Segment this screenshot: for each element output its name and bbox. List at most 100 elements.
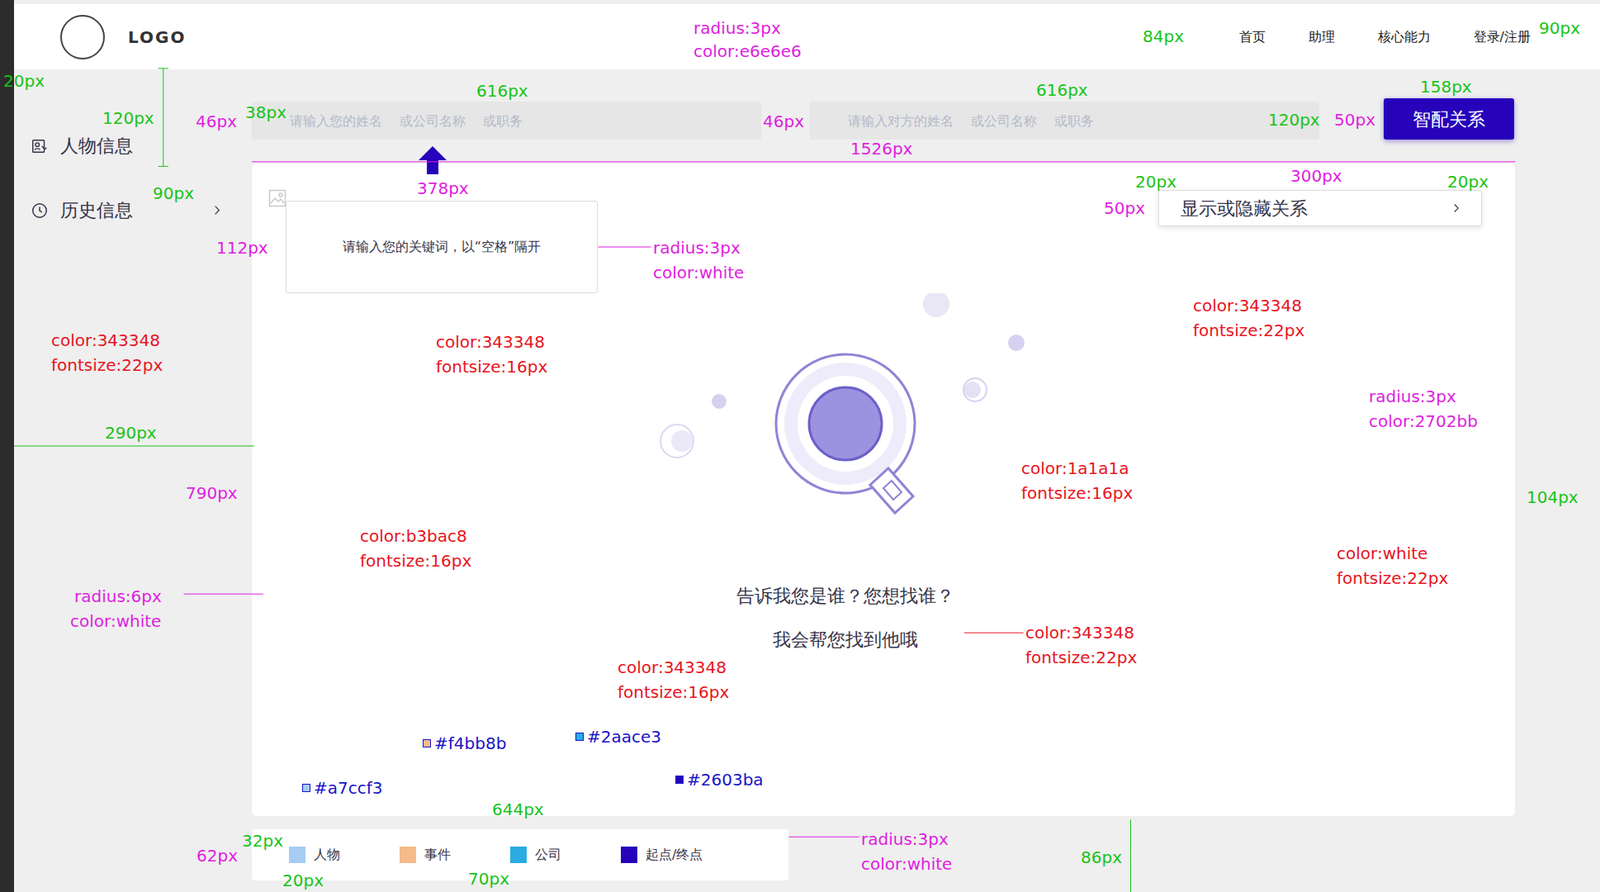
annotation-text: 86px [1080,847,1122,867]
annotation: 158px [1420,76,1473,97]
sidebar-label: 历史信息 [60,196,133,224]
relation-toggle[interactable]: 显示或隐藏关系 [1158,189,1482,227]
annotation-text: color:e6e6e6 [693,41,802,62]
annotation-text: color:343348 [1025,622,1135,643]
annotation-text: 38px [245,102,287,123]
annotation: 1526px [850,138,913,159]
legend-label: 起点/终点 [645,844,703,865]
target-input[interactable] [809,101,1320,140]
annotation-text: 50px [1103,198,1146,218]
legend-swatch [510,846,527,863]
annotation: 46px [195,111,237,132]
annotation-text: color:white [653,262,744,283]
annotation-text: 158px [1420,76,1473,97]
annotation: 20px [1135,171,1177,192]
annotation-text: fontsize:16px [435,356,548,377]
keyword-box[interactable]: 请输入您的关键词，以“空格”隔开 [285,200,598,294]
legend-label: 公司 [534,844,562,865]
annotation: 290px [104,422,157,443]
annotation: 616px [476,80,529,101]
nav-item[interactable]: 首页 [1239,27,1266,48]
annotation-text: fontsize:22px [1336,568,1449,588]
annotation-text: #2aace3 [586,726,662,747]
annotation-text: 50px [1334,109,1376,130]
annotation: color:white [1336,543,1428,564]
annotation: 62px [196,845,238,866]
empty-title: 告诉我您是谁？您想找谁？ [736,582,955,610]
annotation: color:343348 [435,331,545,352]
chevron-right-icon [1453,203,1460,214]
annotation-text: fontsize:16px [1021,482,1133,503]
match-button[interactable]: 智配关系 [1383,98,1515,140]
self-input[interactable] [251,101,762,140]
annotation: 90px [152,183,195,204]
logo-circle-icon [60,14,105,60]
annotation-text: 32px [241,830,284,851]
annotation-text: 300px [1290,165,1343,186]
annotation: 120px [102,108,155,128]
annotation-text: color:2702bb [1368,411,1478,431]
annotation: radius:3px [1368,386,1457,407]
annotation-text: 62px [196,845,238,866]
nav-item[interactable]: 助理 [1308,27,1335,48]
annotation-text: 378px [416,178,469,199]
annotation-text: 112px [216,237,269,258]
annotation-text: #a7ccf3 [313,777,384,798]
annotation-text: color:343348 [617,657,727,677]
annotation-text: radius:3px [1368,386,1457,407]
annotation-text: 120px [1268,109,1321,130]
annotation-text: 20px [282,870,324,890]
annotation-text: #f4bb8b [434,733,507,753]
annotation: 84px [1142,26,1184,47]
up-arrow-icon [416,143,450,177]
annotation: fontsize:16px [1021,482,1133,503]
annotation: color:1a1a1a [1021,458,1130,479]
legend-label: 事件 [424,844,451,865]
annotation: color:e6e6e6 [693,41,802,62]
annotation: color:white [70,610,161,631]
annotation: 50px [1103,198,1146,218]
annotation-text: fontsize:16px [359,550,472,571]
annotation-text: 46px [195,111,237,132]
annotation: 300px [1290,165,1343,186]
annotation: 86px [1080,847,1122,867]
annotation-text: 290px [104,422,157,443]
clock-icon [30,201,49,220]
annotation: color:343348 [1192,295,1302,316]
annotation-text: 104px [1526,487,1579,507]
annotation: 790px [185,482,238,503]
annotation-text: color:white [861,853,952,874]
nav-item[interactable]: 核心能力 [1377,27,1431,48]
annotation: 20px [1447,171,1489,192]
annotation-text: radius:6px [74,586,162,606]
tool-strip [0,0,15,892]
legend-swatch [620,846,638,863]
annotation-text: 790px [185,482,238,503]
legend-item: 人物 [288,844,341,865]
annotation: color:b3bac8 [359,525,468,546]
main-card: 请输入您的关键词，以“空格”隔开显示或隐藏关系告诉我您是谁？您想找谁？我会帮您找… [251,163,1515,816]
annotation-text: color:343348 [51,330,161,351]
nav-item[interactable]: 登录/注册 [1473,27,1531,48]
annotation-text: #2603ba [686,769,764,790]
legend-swatch [399,846,417,863]
annotation-text: color:b3bac8 [359,525,468,546]
nav: 首页 助理 核心能力 登录/注册 [1239,27,1531,48]
annotation: 38px [245,102,287,123]
legend-item: 起点/终点 [620,844,703,865]
sidebar-item[interactable]: 人物信息 [14,132,221,160]
annotation: 32px [241,830,284,851]
annotation: fontsize:16px [359,550,472,571]
sidebar-label: 人物信息 [60,132,133,160]
annotation: radius:3px [693,18,782,38]
annotation-text: fontsize:16px [617,681,729,702]
annotation: radius:6px [74,586,162,606]
annotation-text: fontsize:22px [51,355,163,375]
annotation: 616px [1036,80,1089,100]
page: LOGO首页助理核心能力登录/注册人物信息历史信息智配关系请输入您的关键词，以“… [0,0,1600,892]
annotation: fontsize:22px [1192,320,1305,341]
toggle-label: 显示或隐藏关系 [1180,194,1308,223]
annotation-text: 616px [1036,80,1089,100]
annotation: color:343348 [617,657,727,677]
annotation: color:343348 [51,330,161,351]
